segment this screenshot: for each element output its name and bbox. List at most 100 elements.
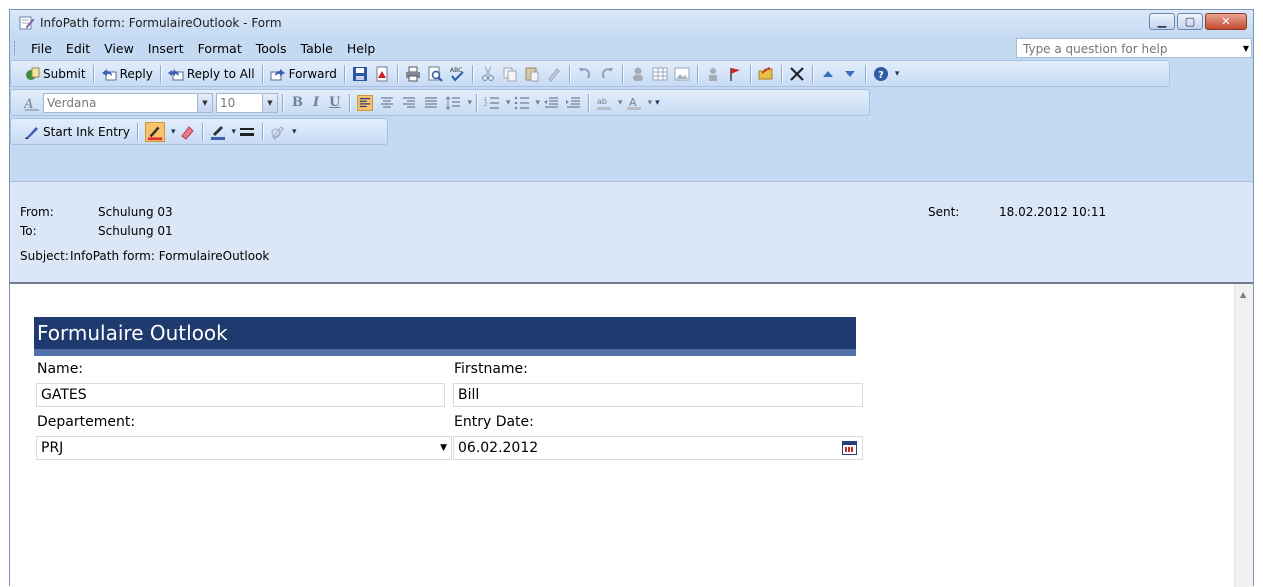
- bullet-list-icon[interactable]: [514, 95, 530, 111]
- calendar-icon[interactable]: [842, 441, 857, 455]
- font-name-value: Verdana: [47, 95, 97, 110]
- copy-icon[interactable]: [502, 66, 518, 82]
- pen-color-icon[interactable]: [210, 124, 226, 140]
- justify-icon[interactable]: [423, 95, 439, 111]
- entry-date-value: 06.02.2012: [458, 440, 539, 456]
- help-search-input[interactable]: [1021, 40, 1230, 58]
- spelling-icon[interactable]: ABC: [449, 66, 465, 82]
- font-style-icon[interactable]: A: [24, 95, 40, 111]
- paste-icon[interactable]: [524, 66, 540, 82]
- align-left-icon[interactable]: [357, 94, 374, 111]
- entry-date-label: Entry Date:: [454, 414, 534, 430]
- font-size-combo[interactable]: 10 ▼: [216, 92, 278, 113]
- from-value[interactable]: Schulung 03: [98, 205, 173, 219]
- to-label: To:: [20, 224, 37, 238]
- underline-button[interactable]: U: [329, 95, 340, 110]
- next-item-icon[interactable]: [842, 66, 858, 82]
- ink-annotation-icon[interactable]: [270, 124, 286, 140]
- highlight-icon[interactable]: ab: [596, 95, 612, 111]
- decrease-indent-icon[interactable]: [543, 95, 559, 111]
- close-button[interactable]: ✕: [1205, 13, 1247, 30]
- restore-button[interactable]: ▢: [1177, 13, 1203, 30]
- insert-picture-icon[interactable]: [674, 66, 690, 82]
- print-icon[interactable]: [405, 66, 421, 82]
- open-folder-icon[interactable]: [758, 66, 774, 82]
- menu-format[interactable]: Format: [191, 41, 249, 56]
- format-painter-icon[interactable]: [546, 66, 562, 82]
- minimize-button[interactable]: ▁: [1149, 13, 1175, 30]
- delete-icon[interactable]: [789, 66, 805, 82]
- name-field[interactable]: GATES: [36, 383, 445, 407]
- insert-table-icon[interactable]: [652, 66, 668, 82]
- to-value[interactable]: Schulung 01: [98, 224, 173, 238]
- previous-item-icon[interactable]: [820, 66, 836, 82]
- italic-button[interactable]: I: [313, 95, 319, 110]
- address-book-icon[interactable]: [630, 66, 646, 82]
- menu-tools[interactable]: Tools: [249, 41, 294, 56]
- chevron-down-icon[interactable]: ▼: [262, 93, 277, 112]
- chevron-down-icon[interactable]: ▼: [197, 93, 212, 112]
- redo-icon[interactable]: [599, 66, 615, 82]
- department-label: Departement:: [37, 414, 136, 430]
- increase-indent-icon[interactable]: [565, 95, 581, 111]
- chevron-down-icon[interactable]: ▾: [467, 98, 472, 108]
- svg-text:ABC: ABC: [450, 67, 462, 74]
- entry-date-picker[interactable]: 06.02.2012: [453, 436, 863, 460]
- forward-button[interactable]: Forward: [267, 63, 340, 85]
- submit-button[interactable]: Submit: [21, 63, 89, 85]
- flag-icon[interactable]: [727, 66, 743, 82]
- bold-button[interactable]: B: [292, 95, 303, 110]
- align-right-icon[interactable]: [401, 95, 417, 111]
- chevron-down-icon[interactable]: ▾: [536, 98, 541, 108]
- numbered-list-icon[interactable]: 12: [484, 95, 500, 111]
- menu-insert[interactable]: Insert: [141, 41, 191, 56]
- menu-help[interactable]: Help: [340, 41, 383, 56]
- font-color-icon[interactable]: A: [626, 95, 642, 111]
- toolbar-options-icon[interactable]: ▾: [292, 127, 297, 137]
- svg-text:2: 2: [484, 102, 487, 108]
- firstname-label: Firstname:: [454, 361, 528, 377]
- menu-edit[interactable]: Edit: [59, 41, 97, 56]
- export-pdf-icon[interactable]: [374, 66, 390, 82]
- name-value: GATES: [41, 387, 87, 403]
- reply-button[interactable]: Reply: [98, 63, 156, 85]
- undo-icon[interactable]: [577, 66, 593, 82]
- help-icon[interactable]: ?: [873, 66, 889, 82]
- start-ink-entry-button[interactable]: Start Ink Entry: [21, 121, 133, 143]
- scroll-up-icon[interactable]: ▲: [1240, 290, 1246, 299]
- chevron-down-icon[interactable]: ▾: [618, 98, 623, 108]
- line-weight-icon[interactable]: [239, 124, 255, 140]
- subject-label: Subject:: [20, 249, 69, 263]
- reply-all-button[interactable]: Reply to All: [165, 63, 258, 85]
- submit-icon: [26, 67, 40, 80]
- save-icon[interactable]: [352, 66, 368, 82]
- menu-view[interactable]: View: [97, 41, 141, 56]
- menu-table[interactable]: Table: [294, 41, 340, 56]
- chevron-down-icon[interactable]: ▾: [232, 127, 237, 137]
- vertical-scrollbar[interactable]: ▲: [1234, 284, 1253, 587]
- ink-pen-color-icon[interactable]: [144, 121, 165, 142]
- print-preview-icon[interactable]: [427, 66, 443, 82]
- department-value: PRJ: [41, 440, 64, 456]
- chevron-down-icon[interactable]: ▾: [648, 98, 653, 108]
- chevron-down-icon[interactable]: ▼: [440, 437, 447, 459]
- chevron-down-icon[interactable]: ▾: [506, 98, 511, 108]
- subject-value: InfoPath form: FormulaireOutlook: [70, 249, 270, 263]
- cut-icon[interactable]: [480, 66, 496, 82]
- infopath-form-icon: [19, 16, 35, 30]
- toolbar-options-icon[interactable]: ▾: [655, 98, 660, 108]
- align-center-icon[interactable]: [379, 95, 395, 111]
- chevron-down-icon[interactable]: ▾: [171, 127, 176, 137]
- firstname-field[interactable]: Bill: [453, 383, 863, 407]
- permission-icon[interactable]: [705, 66, 721, 82]
- ink-toolbar: Start Ink Entry ▾ ▾ ▾: [10, 118, 388, 145]
- menu-file[interactable]: File: [24, 41, 59, 56]
- menu-grip[interactable]: [14, 41, 18, 55]
- chevron-down-icon[interactable]: ▼: [1243, 44, 1249, 53]
- toolbar-options-icon[interactable]: ▾: [895, 69, 900, 79]
- eraser-icon[interactable]: [179, 124, 195, 140]
- font-name-combo[interactable]: Verdana ▼: [43, 92, 213, 113]
- help-search-box[interactable]: ▼: [1016, 38, 1252, 58]
- line-spacing-icon[interactable]: [445, 95, 461, 111]
- department-select[interactable]: PRJ ▼: [36, 436, 452, 460]
